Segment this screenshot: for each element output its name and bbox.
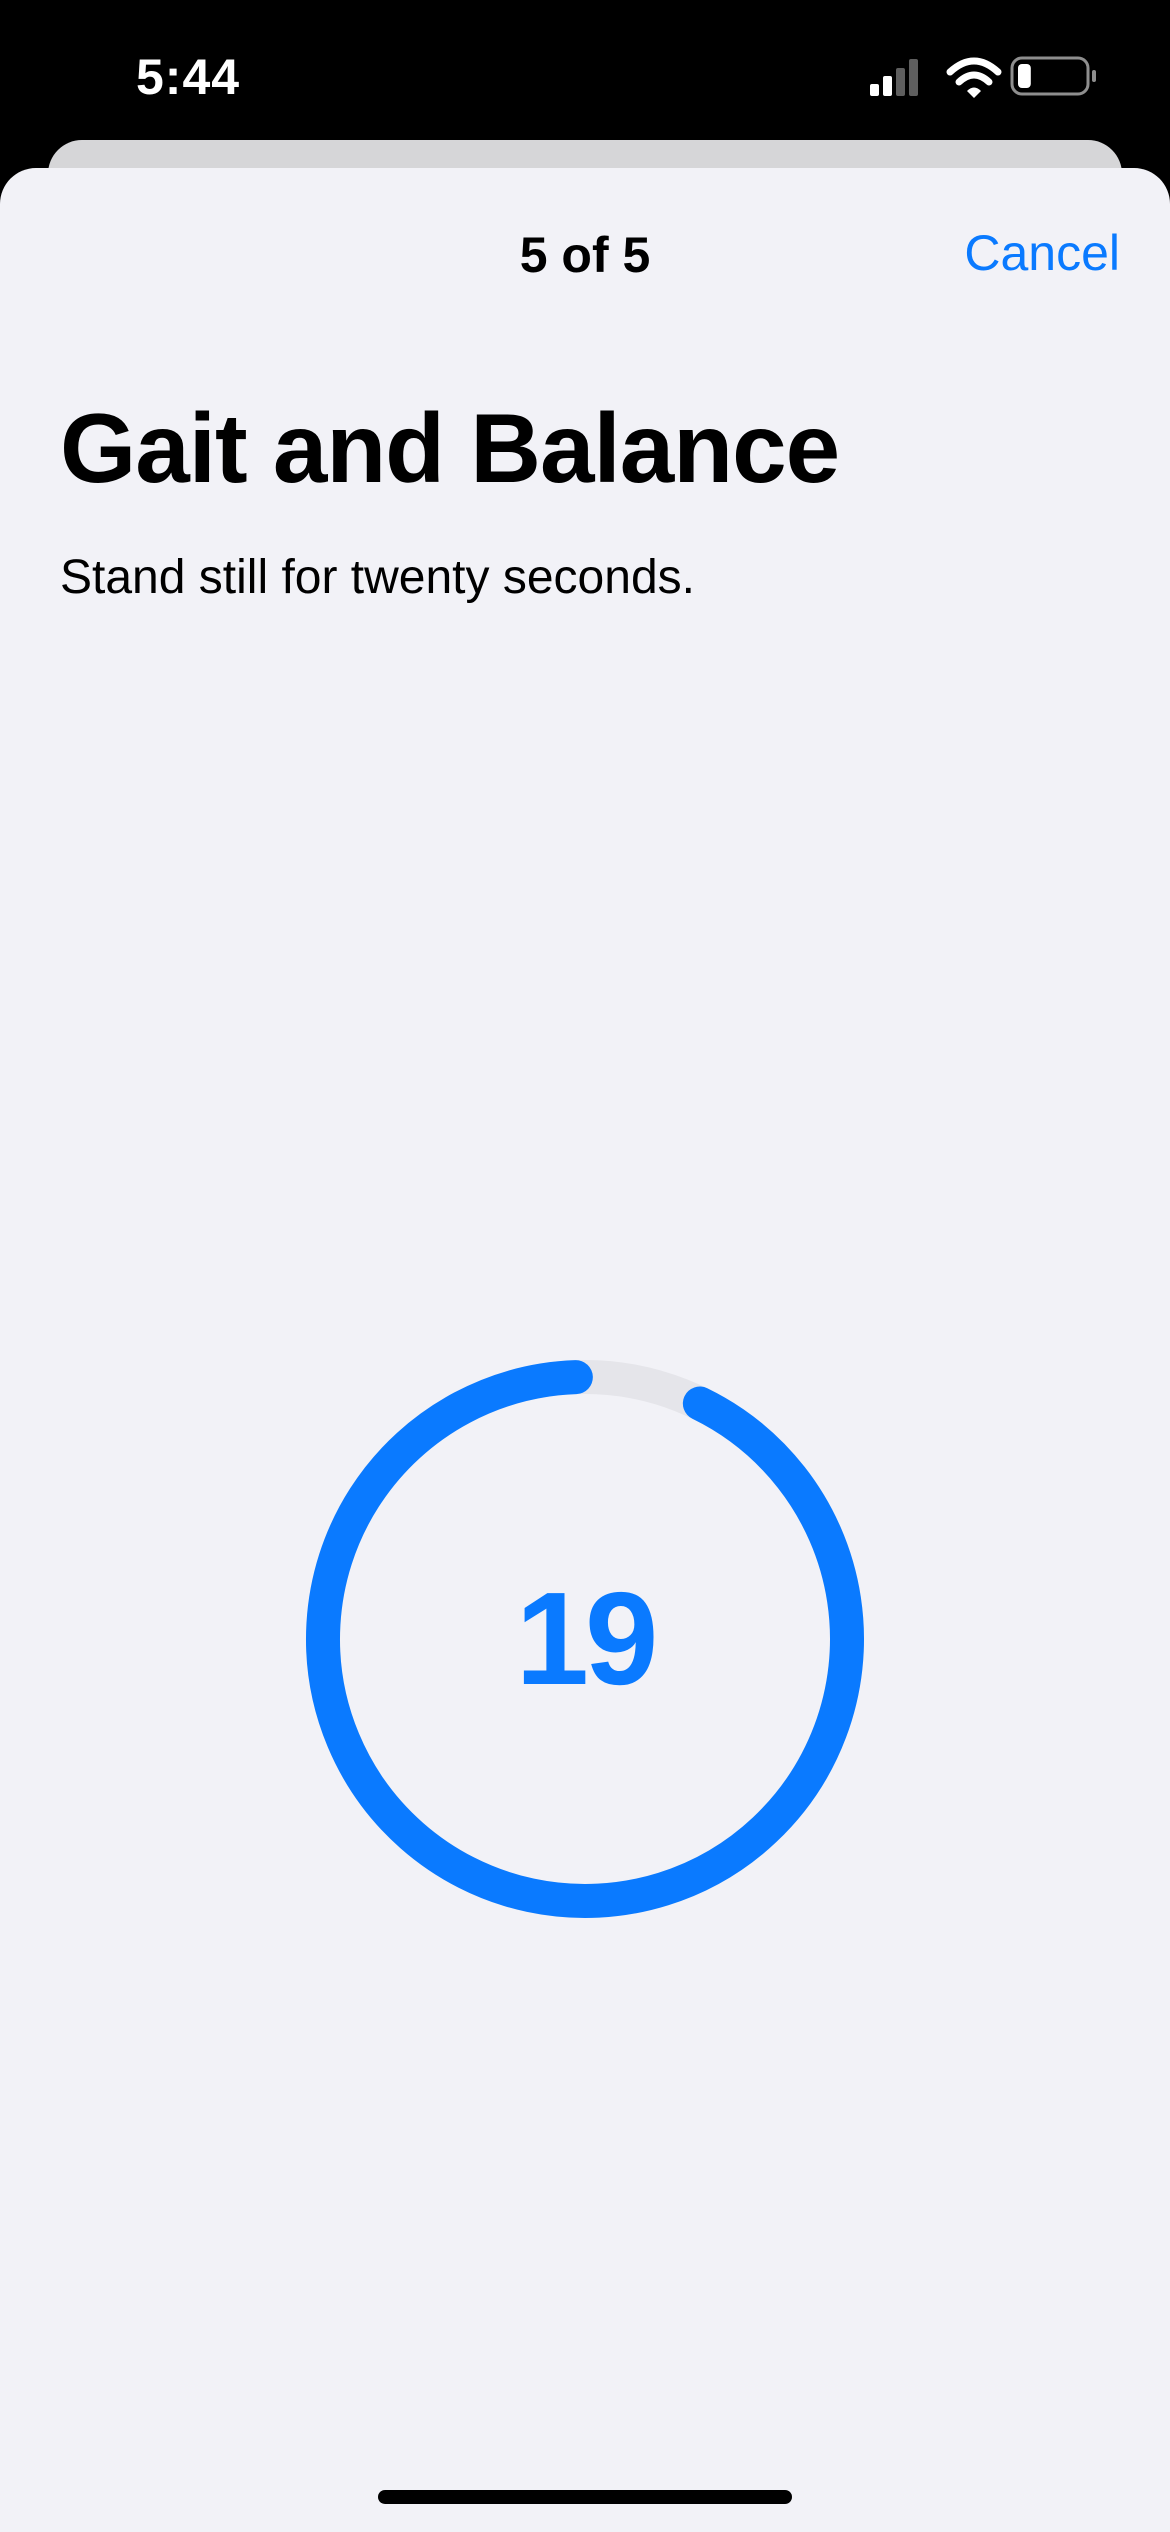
countdown-timer: 19 [300, 1354, 870, 1924]
battery-icon [1010, 56, 1096, 96]
status-icons-svg [870, 56, 1096, 98]
modal-sheet: 5 of 5 Cancel Gait and Balance Stand sti… [0, 168, 1170, 2532]
cancel-button[interactable]: Cancel [964, 224, 1120, 282]
home-indicator [378, 2490, 792, 2504]
status-icons [870, 0, 1170, 150]
wifi-icon [946, 57, 1002, 98]
battery-fill [1018, 64, 1031, 88]
cellular-signal-icon [870, 59, 918, 96]
countdown-value: 19 [515, 1565, 659, 1712]
instruction-text: Stand still for twenty seconds. [60, 551, 695, 604]
page-title: Gait and Balance [60, 393, 840, 503]
screen: 5:44 5 of 5 Cancel Gait and Balance Stan… [0, 0, 1170, 2532]
status-time: 5:44 [136, 49, 241, 105]
status-bar: 5:44 [0, 0, 1170, 150]
